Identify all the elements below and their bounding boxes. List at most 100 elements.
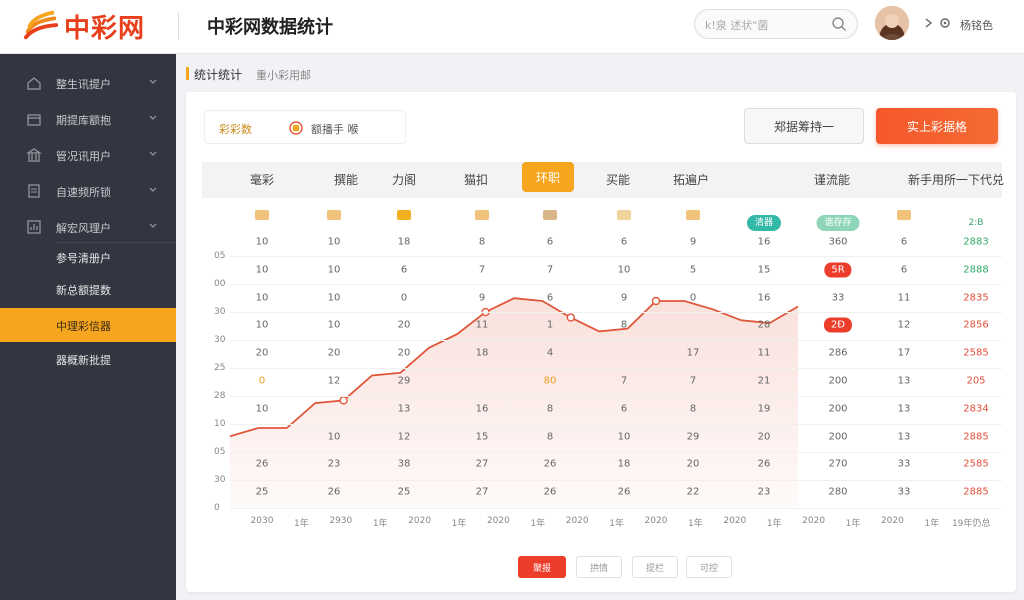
- sidebar-item-1[interactable]: 期提库额抱: [0, 102, 176, 136]
- breadcrumb-sub[interactable]: 重小彩用邮: [256, 67, 311, 83]
- page-button-0[interactable]: 聚报: [518, 556, 566, 578]
- trend-point[interactable]: [566, 313, 575, 322]
- tab-8[interactable]: 新手用所一下代兑: [908, 171, 1004, 188]
- column-icon-8: 谐存存: [816, 210, 860, 231]
- table-cell: 23: [327, 458, 341, 470]
- sidebar-subitem-1[interactable]: 新总额提数: [0, 272, 176, 306]
- doc-icon: [28, 184, 40, 198]
- secondary-button[interactable]: 郑据筹持一: [744, 108, 864, 144]
- sidebar-subitem-3[interactable]: 器概新批提: [0, 342, 176, 376]
- table-cell: 20: [327, 347, 341, 359]
- y-tick-label: 05: [214, 447, 226, 457]
- table-cell: 21: [757, 375, 771, 387]
- tab-4[interactable]: 环职: [521, 162, 575, 192]
- table-cell: 9: [689, 236, 697, 248]
- x-tick-label: 2020: [644, 516, 668, 526]
- sidebar-item-3[interactable]: 自速频所锁: [0, 174, 176, 208]
- gridline: [230, 452, 1002, 453]
- table-cell: 10: [255, 264, 269, 276]
- gridline: [230, 340, 1002, 341]
- lottery-ball-icon: [289, 121, 303, 135]
- chevron-down-icon[interactable]: [148, 221, 158, 231]
- sidebar-item-label: 自速频所锁: [56, 186, 111, 199]
- filter-a[interactable]: 彩彩数: [219, 121, 252, 137]
- chevron-down-icon[interactable]: [148, 149, 158, 159]
- table-cell: 33: [897, 458, 911, 470]
- table-cell: 26: [543, 486, 557, 498]
- table-cell: 10: [255, 236, 269, 248]
- chevron-down-icon[interactable]: [148, 185, 158, 195]
- column-icon-0: [255, 210, 269, 220]
- table-cell: 26: [327, 486, 341, 498]
- sidebar-subitem-0[interactable]: 参号清册户: [0, 240, 176, 274]
- filter-box[interactable]: 彩彩数 额播手 喉: [204, 110, 406, 144]
- sidebar-item-label: 管况讯用户: [56, 150, 111, 163]
- table-cell: 20: [397, 347, 411, 359]
- logo[interactable]: 中彩网: [22, 6, 145, 46]
- page-button-1[interactable]: 拱情: [576, 556, 622, 578]
- table-cell: 2888: [963, 264, 989, 276]
- avatar[interactable]: [875, 6, 909, 40]
- sidebar: 整生讯提户 期提库额抱 管况讯用户 自速频所锁 解宏风理户 参号清册户 新总额提…: [0, 54, 176, 600]
- trend-point[interactable]: [651, 296, 661, 306]
- table-cell: 10: [255, 319, 269, 331]
- tab-1[interactable]: 撰能: [334, 171, 358, 188]
- table-cell: 33: [831, 292, 845, 304]
- table-cell: 270: [828, 458, 848, 470]
- filter-b[interactable]: 额播手 喉: [311, 121, 359, 137]
- table-cell: 16: [757, 236, 771, 248]
- sidebar-item-4[interactable]: 解宏风理户: [0, 210, 176, 244]
- table-cell: 2856: [963, 319, 989, 331]
- table-cell: 29: [397, 375, 411, 387]
- search-icon[interactable]: [831, 16, 847, 32]
- trend-point[interactable]: [339, 396, 348, 405]
- table-cell: 11: [757, 347, 771, 359]
- primary-button[interactable]: 实上彩据格: [876, 108, 998, 144]
- table-cell: 10: [617, 431, 631, 443]
- table-cell: 16: [475, 403, 489, 415]
- arrow-icon[interactable]: [922, 16, 936, 30]
- table-cell: 16: [757, 292, 771, 304]
- tab-3[interactable]: 猫扣: [464, 171, 488, 188]
- tab-0[interactable]: 毫彩: [250, 171, 274, 188]
- sidebar-item-2[interactable]: 管况讯用户: [0, 138, 176, 172]
- chevron-down-icon[interactable]: [148, 77, 158, 87]
- table-cell: 10: [327, 431, 341, 443]
- tab-6[interactable]: 拓遍户: [673, 171, 709, 188]
- search-input[interactable]: k!泉 述状"菌: [694, 9, 858, 39]
- table-cell: 8: [478, 236, 486, 248]
- page-button-2[interactable]: 提栏: [632, 556, 678, 578]
- table-cell: 10: [255, 292, 269, 304]
- breadcrumb-marker: [186, 67, 189, 80]
- table-cell: 80: [543, 375, 557, 387]
- sidebar-subitem-label: 器概新批提: [56, 354, 111, 367]
- tab-2[interactable]: 力阁: [392, 171, 416, 188]
- table-cell: 33: [897, 486, 911, 498]
- table-cell: 10: [327, 236, 341, 248]
- tab-5[interactable]: 买能: [606, 171, 630, 188]
- table-cell: 13: [897, 431, 911, 443]
- breadcrumb-main[interactable]: 统计统计: [194, 66, 242, 83]
- table-cell: 6: [620, 403, 628, 415]
- stats-card: 彩彩数 额播手 喉 郑据筹持一 实上彩据格 毫彩 撰能 力阁 猫扣 环职 买能 拓遍户 谨流能…: [186, 92, 1016, 592]
- table-cell: 5R: [824, 262, 852, 278]
- chevron-down-icon[interactable]: [148, 113, 158, 123]
- table-cell: 17: [686, 347, 700, 359]
- y-tick-label: 28: [214, 391, 226, 401]
- x-tick-label: 2930: [329, 516, 353, 526]
- gridline: [230, 480, 1002, 481]
- user-name[interactable]: 杨铭色: [960, 17, 993, 33]
- gridline: [230, 424, 1002, 425]
- gear-icon[interactable]: [938, 16, 952, 30]
- column-icon-6: [686, 210, 700, 220]
- tab-7[interactable]: 谨流能: [814, 171, 850, 188]
- gridline: [230, 508, 1002, 509]
- page-button-3[interactable]: 可控: [686, 556, 732, 578]
- table-cell: 13: [897, 375, 911, 387]
- sidebar-item-0[interactable]: 整生讯提户: [0, 66, 176, 100]
- y-tick-label: 0: [214, 503, 220, 513]
- column-icon-1: [327, 210, 341, 220]
- table-cell: 6: [400, 264, 408, 276]
- page-title: 中彩网数据统计: [207, 17, 333, 38]
- sidebar-subitem-2[interactable]: 中理彩信器: [0, 308, 176, 342]
